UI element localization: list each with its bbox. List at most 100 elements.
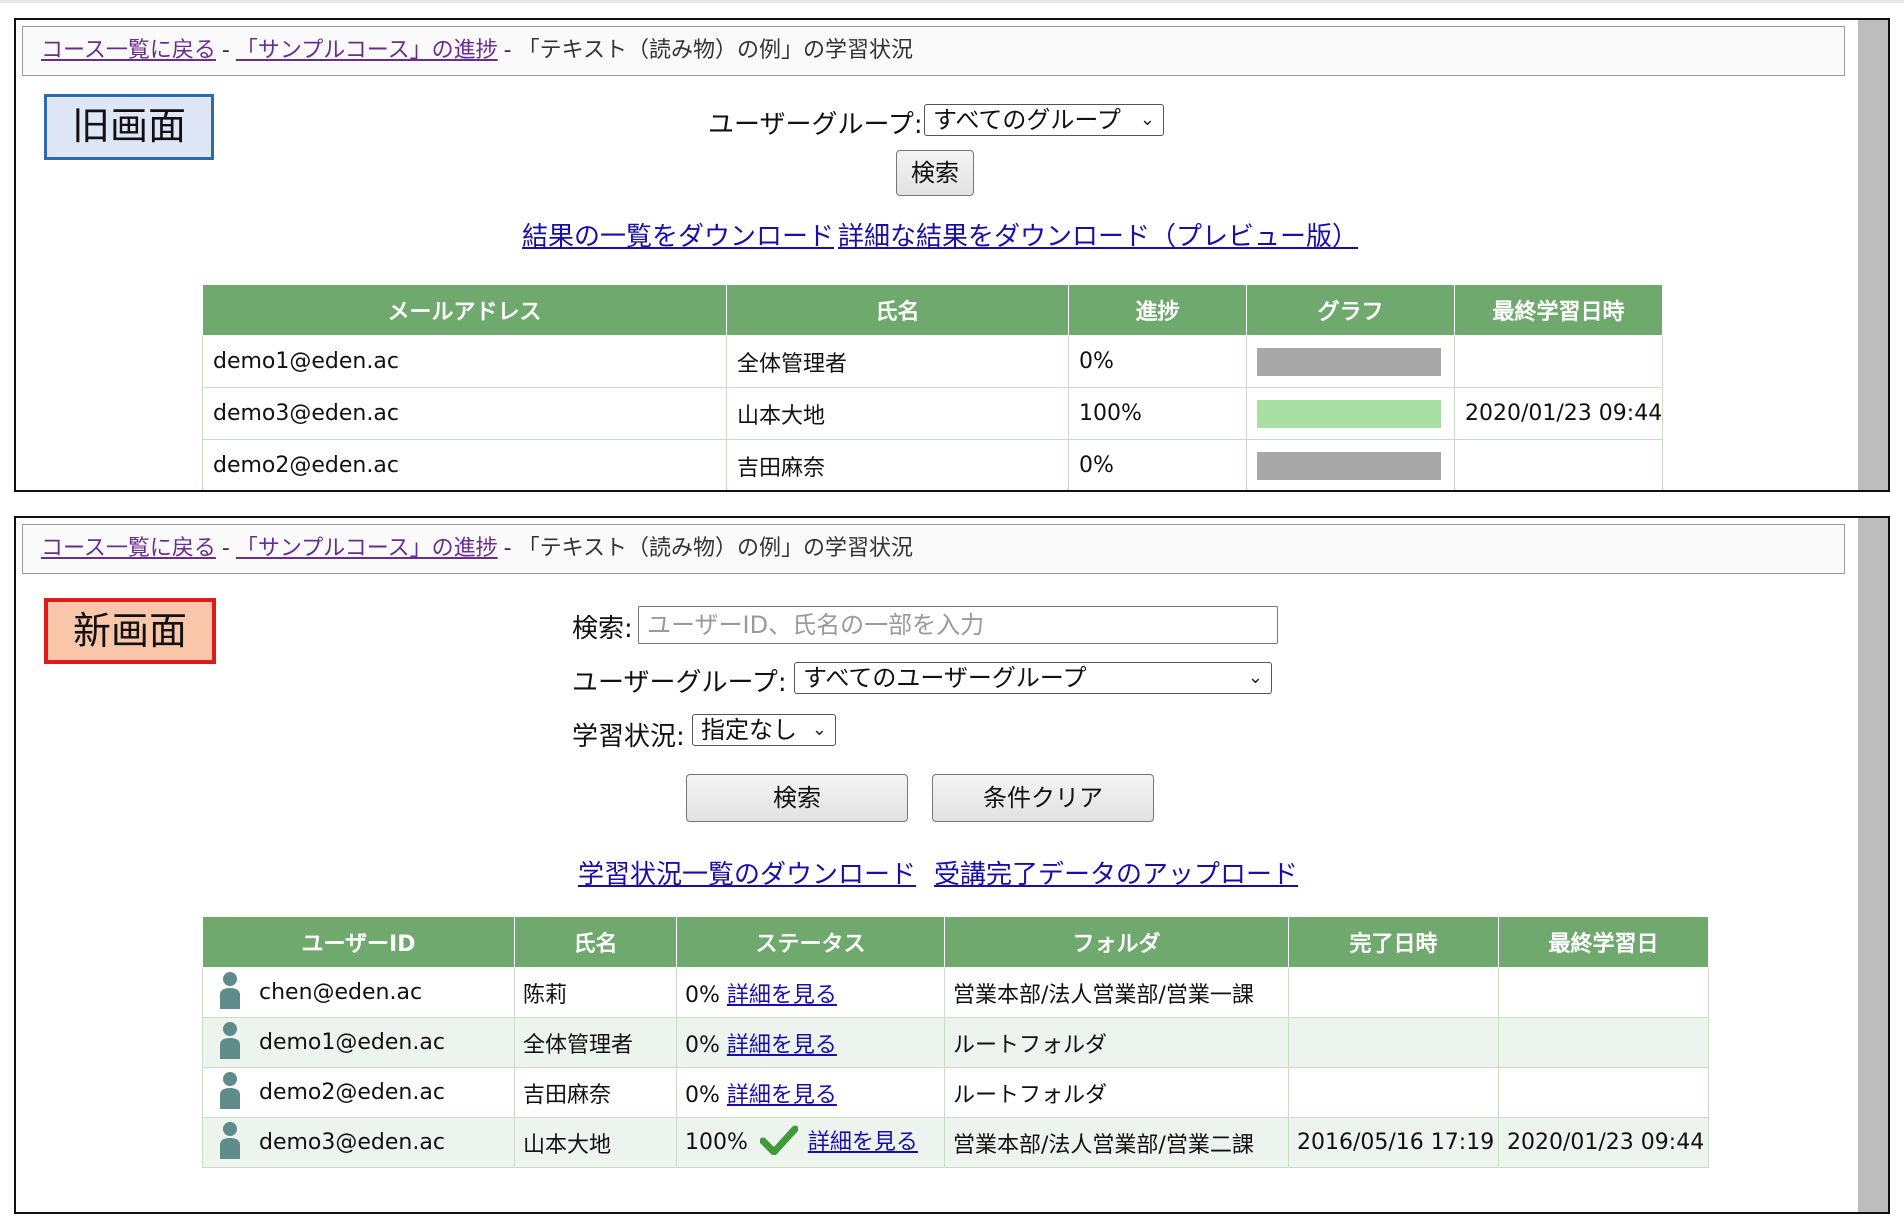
upload-completion-data-link[interactable]: 受講完了データのアップロード (934, 854, 1298, 891)
table-row: demo2@eden.ac 吉田麻奈 0% 詳細を見る ルートフォルダ (202, 1067, 1709, 1118)
graph-cell (1246, 387, 1455, 440)
new-progress-table: ユーザーID 氏名 ステータス フォルダ 完了日時 最終学習日 chen@ede… (202, 916, 1709, 1168)
last-study-cell (1454, 439, 1663, 490)
name-cell: 吉田麻奈 (514, 1067, 677, 1118)
column-header-folder: フォルダ (944, 916, 1289, 968)
graph-cell (1246, 335, 1455, 388)
chevron-down-icon: ⌄ (811, 719, 827, 740)
old-progress-table: メールアドレス 氏名 進捗 グラフ 最終学習日時 demo1@eden.ac 全… (202, 284, 1663, 490)
group-select[interactable]: すべてのユーザーグループ ⌄ (794, 662, 1272, 694)
download-status-list-link[interactable]: 学習状況一覧のダウンロード (578, 854, 916, 891)
graph-cell (1246, 439, 1455, 490)
last-study-cell (1454, 335, 1663, 388)
folder-cell: ルートフォルダ (944, 1017, 1289, 1068)
user-icon (217, 1071, 243, 1115)
breadcrumb-back-link[interactable]: コース一覧に戻る (41, 38, 216, 63)
scrollbar[interactable] (1858, 20, 1888, 490)
breadcrumb-course-link[interactable]: 「サンプルコース」の進捗 (236, 38, 498, 63)
table-row: demo3@eden.ac 山本大地 100% 2020/01/23 09:44 (202, 387, 1663, 440)
column-header-graph: グラフ (1246, 284, 1455, 336)
progress-bar (1257, 399, 1441, 428)
user-id-cell: chen@eden.ac (202, 967, 515, 1018)
completed-cell: 2016/05/16 17:19 (1288, 1117, 1499, 1168)
download-detail-link[interactable]: 詳細な結果をダウンロード（プレビュー版） (838, 216, 1358, 253)
column-header-completed: 完了日時 (1288, 916, 1499, 968)
group-select[interactable]: すべてのグループ ⌄ (924, 104, 1164, 136)
breadcrumb-current: 「テキスト（読み物）の例」の学習状況 (517, 536, 913, 561)
view-details-link[interactable]: 詳細を見る (808, 1130, 918, 1155)
breadcrumb-separator: - (221, 536, 230, 561)
status-cell: 0% 詳細を見る (676, 1067, 945, 1118)
breadcrumb-current: 「テキスト（読み物）の例」の学習状況 (517, 38, 913, 63)
old-screen-tag: 旧画面 (44, 94, 214, 160)
view-details-link[interactable]: 詳細を見る (727, 983, 837, 1008)
column-header-last-study: 最終学習日時 (1454, 284, 1663, 336)
view-details-link[interactable]: 詳細を見る (727, 1033, 837, 1058)
user-id-text: chen@eden.ac (259, 979, 423, 1005)
group-select-value: すべてのグループ (933, 106, 1121, 134)
completed-cell (1288, 1067, 1499, 1118)
name-cell: 全体管理者 (514, 1017, 677, 1068)
status-percent: 0% (685, 1032, 720, 1058)
old-screen-panel: コース一覧に戻る - 「サンプルコース」の進捗 - 「テキスト（読み物）の例」の学習状況… (14, 18, 1890, 492)
email-cell: demo3@eden.ac (202, 387, 727, 440)
email-cell: demo1@eden.ac (202, 335, 727, 388)
clear-conditions-button[interactable]: 条件クリア (932, 774, 1154, 822)
progress-bar-fill (1257, 399, 1441, 428)
new-screen-panel: コース一覧に戻る - 「サンプルコース」の進捗 - 「テキスト（読み物）の例」の学習状況… (14, 516, 1890, 1214)
progress-bar (1257, 451, 1441, 480)
table-row: demo2@eden.ac 吉田麻奈 0% (202, 439, 1663, 490)
search-button[interactable]: 検索 (686, 774, 908, 822)
name-cell: 山本大地 (514, 1117, 677, 1168)
top-divider (0, 0, 1904, 3)
user-icon (217, 1021, 243, 1065)
user-id-cell: demo2@eden.ac (202, 1067, 515, 1118)
breadcrumb-back-link[interactable]: コース一覧に戻る (41, 536, 216, 561)
user-id-text: demo2@eden.ac (259, 1079, 445, 1105)
status-percent: 0% (685, 1082, 720, 1108)
new-screen-tag: 新画面 (44, 598, 216, 664)
chevron-down-icon: ⌄ (1247, 667, 1263, 688)
status-label: 学習状況: (572, 722, 685, 752)
status-cell: 100% 詳細を見る (676, 1117, 945, 1168)
completed-cell (1288, 1017, 1499, 1068)
status-cell: 0% 詳細を見る (676, 1017, 945, 1068)
status-select[interactable]: 指定なし ⌄ (692, 714, 836, 746)
user-id-text: demo1@eden.ac (259, 1029, 445, 1055)
name-cell: 山本大地 (726, 387, 1069, 440)
search-label: 検索: (572, 614, 633, 644)
user-icon (217, 971, 243, 1015)
name-cell: 全体管理者 (726, 335, 1069, 388)
column-header-status: ステータス (676, 916, 945, 968)
group-select-value: すべてのユーザーグループ (803, 664, 1087, 692)
group-label: ユーザーグループ: (708, 110, 923, 140)
user-id-cell: demo1@eden.ac (202, 1017, 515, 1068)
search-button[interactable]: 検索 (896, 150, 974, 196)
search-input[interactable]: ユーザーID、氏名の一部を入力 (638, 606, 1278, 644)
table-row: chen@eden.ac 陈莉 0% 詳細を見る 営業本部/法人営業部/営業一課 (202, 967, 1709, 1018)
table-row: demo1@eden.ac 全体管理者 0% (202, 335, 1663, 388)
progress-cell: 100% (1068, 387, 1247, 440)
table-row: demo3@eden.ac 山本大地 100% 詳細を見る 営業本部/法人営業部/… (202, 1117, 1709, 1168)
column-header-name: 氏名 (514, 916, 677, 968)
breadcrumb-course-link[interactable]: 「サンプルコース」の進捗 (236, 536, 498, 561)
scrollbar[interactable] (1858, 518, 1888, 1212)
search-input-placeholder: ユーザーID、氏名の一部を入力 (647, 611, 985, 639)
breadcrumb: コース一覧に戻る - 「サンプルコース」の進捗 - 「テキスト（読み物）の例」の学習状況 (22, 26, 1845, 76)
group-label: ユーザーグループ: (572, 668, 787, 698)
breadcrumb: コース一覧に戻る - 「サンプルコース」の進捗 - 「テキスト（読み物）の例」の学習状況 (22, 524, 1845, 574)
breadcrumb-separator: - (221, 38, 230, 63)
view-details-link[interactable]: 詳細を見る (727, 1083, 837, 1108)
progress-cell: 0% (1068, 439, 1247, 490)
progress-cell: 0% (1068, 335, 1247, 388)
table-row: demo1@eden.ac 全体管理者 0% 詳細を見る ルートフォルダ (202, 1017, 1709, 1068)
breadcrumb-separator: - (503, 536, 512, 561)
user-id-text: demo3@eden.ac (259, 1129, 445, 1155)
last-study-cell: 2020/01/23 09:44 (1498, 1117, 1709, 1168)
download-list-link[interactable]: 結果の一覧をダウンロード (522, 216, 834, 253)
status-percent: 0% (685, 982, 720, 1008)
chevron-down-icon: ⌄ (1139, 109, 1155, 130)
column-header-progress: 進捗 (1068, 284, 1247, 336)
last-study-cell: 2020/01/23 09:44 (1454, 387, 1663, 440)
user-icon (217, 1121, 243, 1165)
